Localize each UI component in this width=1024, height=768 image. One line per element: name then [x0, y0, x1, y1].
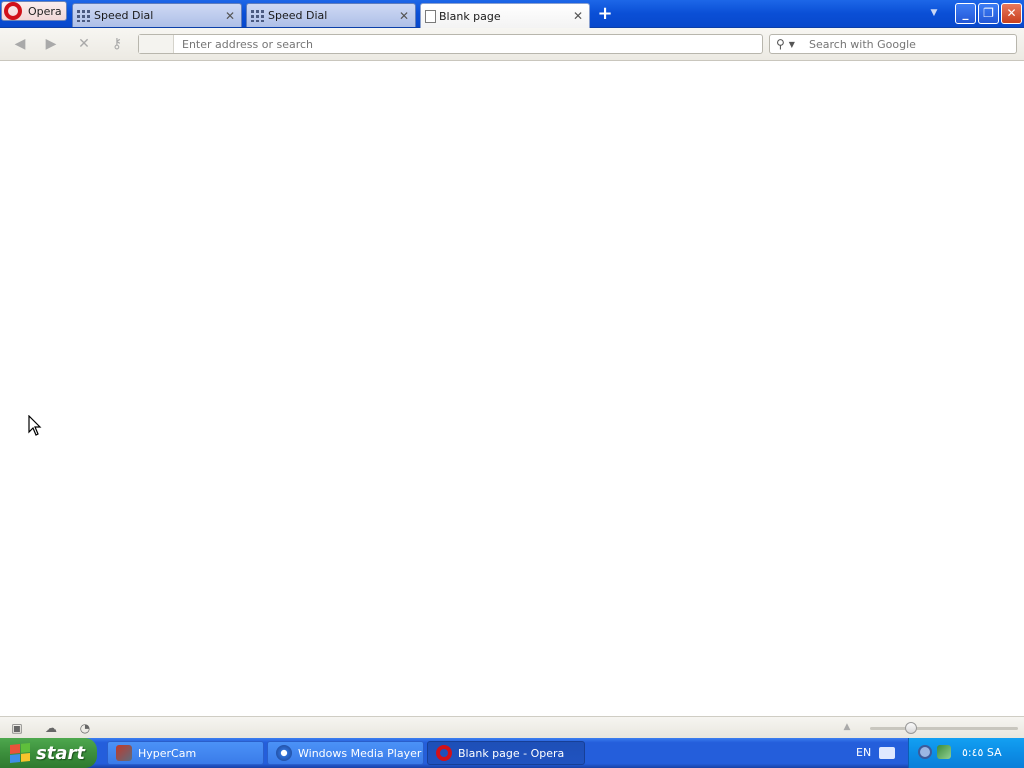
start-label: start — [36, 742, 85, 764]
restore-button[interactable]: ❐ — [978, 3, 999, 24]
start-button[interactable]: start — [0, 738, 97, 768]
chevron-up-icon[interactable]: ▲ — [841, 722, 853, 732]
taskbar-item-windows-media-player[interactable]: Windows Media Player — [267, 741, 424, 765]
tab-title: Speed Dial — [94, 9, 154, 22]
tab-blank-page[interactable]: Blank page ✕ — [420, 3, 590, 28]
page-content[interactable] — [0, 62, 1024, 716]
opera-icon — [436, 745, 452, 761]
panel-icon: ▣ — [11, 721, 23, 735]
stop-button[interactable]: ✕ — [75, 35, 93, 53]
close-tab-icon[interactable]: ✕ — [224, 10, 236, 22]
hypercam-icon — [116, 745, 132, 761]
windows-media-player-icon — [276, 745, 292, 761]
taskbar-item-label: HyperCam — [138, 746, 197, 760]
search-icon: ⚲ — [776, 37, 785, 51]
new-tab-button[interactable]: + — [597, 5, 613, 23]
taskbar-item-label: Windows Media Player — [298, 746, 422, 760]
windows-logo-icon — [10, 742, 30, 764]
minimize-button[interactable]: _ — [955, 3, 976, 24]
opera-menu-button[interactable]: Opera — [1, 1, 67, 21]
restore-icon: ❐ — [983, 6, 994, 20]
close-tab-icon[interactable]: ✕ — [398, 10, 410, 22]
windows-taskbar: start HyperCam Windows Media Player Blan… — [0, 738, 1024, 768]
close-tab-icon[interactable]: ✕ — [572, 10, 584, 22]
tab-title: Blank page — [439, 9, 501, 23]
close-window-button[interactable]: ✕ — [1001, 3, 1022, 24]
status-bar: ▣ ☁ ◔ ▲ — [0, 716, 1024, 738]
safely-remove-hardware-icon[interactable] — [937, 745, 951, 759]
tab-speed-dial-1[interactable]: Speed Dial ✕ — [72, 3, 242, 27]
tab-speed-dial-2[interactable]: Speed Dial ✕ — [246, 3, 416, 27]
back-button[interactable]: ◀ — [11, 35, 29, 53]
search-engine-selector[interactable]: ⚲ ▼ — [770, 35, 806, 53]
gauge-icon: ◔ — [79, 721, 91, 735]
speed-dial-icon — [251, 9, 265, 22]
clock[interactable]: ٥:٤٥ SA — [962, 746, 1002, 759]
zoom-slider-track[interactable] — [870, 727, 1018, 730]
search-bar: ⚲ ▼ — [769, 34, 1017, 54]
network-icon[interactable] — [918, 745, 932, 759]
opera-unite-button[interactable]: ☁ — [43, 721, 59, 735]
navigation-toolbar: ◀ ▶ ✕ ⚷ ⚲ ▼ — [0, 28, 1024, 61]
language-indicator[interactable]: EN — [856, 746, 871, 759]
address-bar — [138, 34, 763, 54]
page-icon — [425, 9, 436, 23]
opera-turbo-button[interactable]: ⚷ — [106, 35, 128, 53]
keyboard-icon[interactable] — [879, 747, 895, 759]
search-input[interactable] — [806, 37, 1016, 51]
address-input[interactable] — [174, 35, 762, 53]
minimize-icon: _ — [962, 6, 969, 20]
zoom-slider-thumb[interactable] — [905, 722, 917, 734]
opera-logo-icon — [4, 2, 22, 20]
taskbar-item-opera[interactable]: Blank page - Opera — [427, 741, 585, 765]
taskbar-item-label: Blank page - Opera — [458, 746, 565, 760]
site-info-badge[interactable] — [139, 35, 174, 53]
back-arrow-icon: ◀ — [14, 36, 26, 52]
tab-title: Speed Dial — [268, 9, 328, 22]
key-icon: ⚷ — [111, 36, 123, 52]
tab-bar: Opera Speed Dial ✕ Speed Dial ✕ Blank pa… — [0, 0, 1024, 28]
chevron-down-icon: ▼ — [788, 39, 795, 49]
forward-arrow-icon: ▶ — [45, 36, 57, 52]
taskbar-item-hypercam[interactable]: HyperCam — [107, 741, 264, 765]
cloud-icon: ☁ — [45, 721, 57, 735]
stop-icon: ✕ — [78, 36, 90, 52]
panel-toggle-button[interactable]: ▣ — [9, 721, 25, 735]
opera-menu-label: Opera — [28, 4, 62, 18]
forward-button[interactable]: ▶ — [42, 35, 60, 53]
mouse-cursor-icon — [28, 415, 42, 436]
close-icon: ✕ — [1006, 6, 1017, 20]
speed-dial-icon — [77, 9, 91, 22]
speed-gauge-button[interactable]: ◔ — [77, 721, 93, 735]
tab-list-dropdown-icon[interactable]: ▼ — [929, 9, 939, 18]
